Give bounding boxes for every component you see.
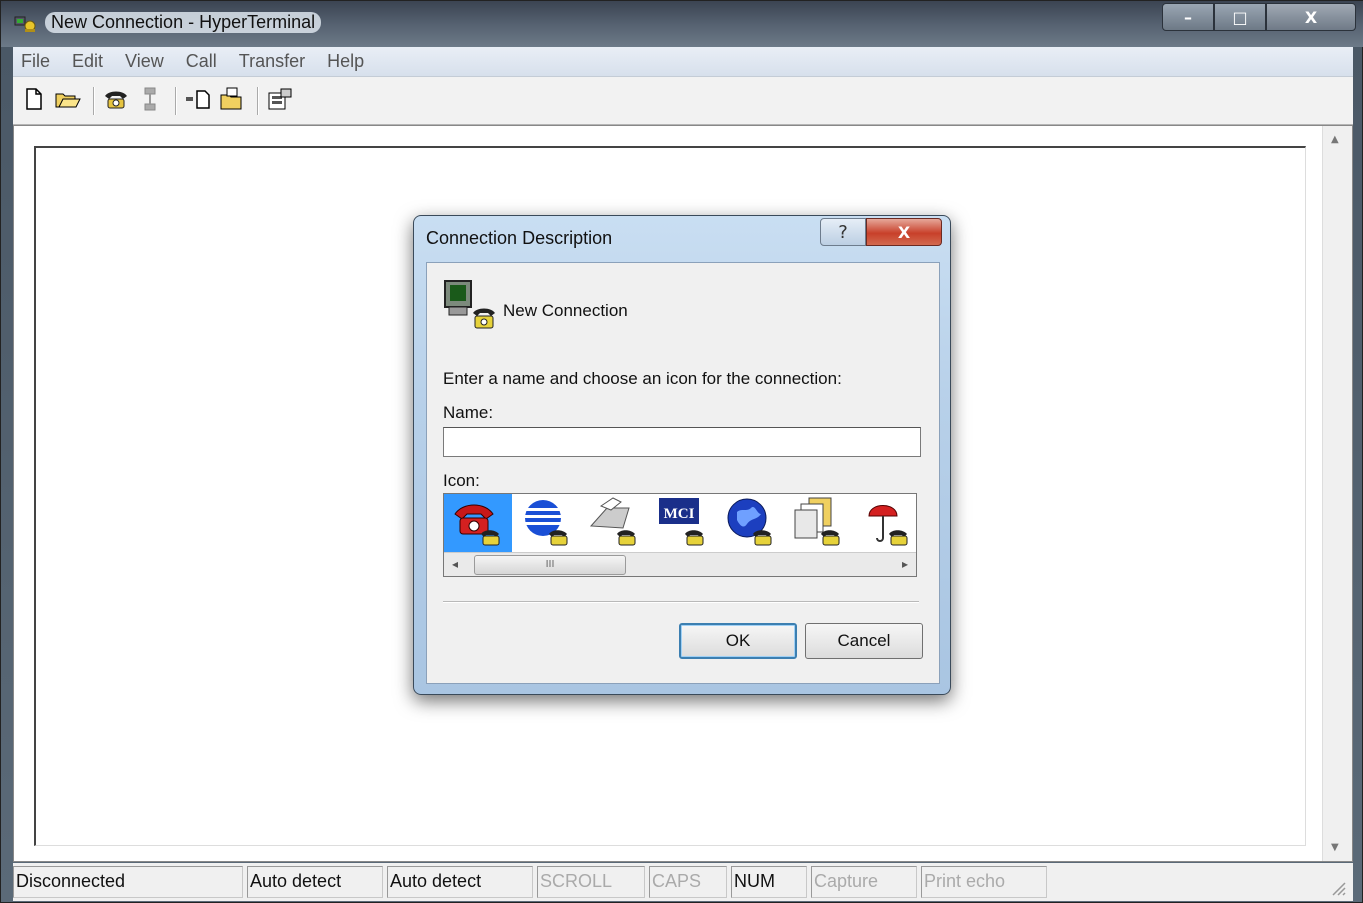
title-bar[interactable]: New Connection - HyperTerminal – □ X bbox=[1, 1, 1363, 47]
menu-edit[interactable]: Edit bbox=[72, 51, 103, 72]
icon-list-scrollbar[interactable]: ◂ III ▸ bbox=[444, 552, 916, 576]
icon-option-documents[interactable] bbox=[784, 494, 852, 552]
hyperterminal-app-icon bbox=[13, 11, 37, 35]
icon-option-red-telephone[interactable] bbox=[444, 494, 512, 552]
send-button[interactable] bbox=[183, 86, 213, 116]
scroll-thumb-grip: III bbox=[545, 559, 555, 570]
svg-text:MCI: MCI bbox=[664, 506, 695, 522]
properties-icon bbox=[267, 87, 293, 115]
new-document-icon bbox=[24, 87, 44, 114]
status-bar: Disconnected Auto detect Auto detect SCR… bbox=[13, 863, 1353, 901]
maximize-button[interactable]: □ bbox=[1214, 3, 1266, 31]
open-folder-icon bbox=[55, 89, 81, 113]
status-auto-detect-2: Auto detect bbox=[387, 866, 533, 898]
resize-grip-icon[interactable] bbox=[1329, 879, 1347, 897]
window-controls: – □ X bbox=[1162, 3, 1356, 33]
menu-bar: File Edit View Call Transfer Help bbox=[13, 47, 1353, 77]
dialog-separator bbox=[443, 601, 919, 603]
properties-button[interactable] bbox=[265, 86, 295, 116]
status-auto-detect-1: Auto detect bbox=[247, 866, 383, 898]
dialog-body: New Connection Enter a name and choose a… bbox=[426, 262, 940, 684]
minimize-icon: – bbox=[1184, 7, 1192, 27]
toolbar-separator bbox=[93, 86, 95, 115]
menu-file[interactable]: File bbox=[21, 51, 50, 72]
icon-label: Icon: bbox=[443, 471, 480, 490]
menu-help[interactable]: Help bbox=[327, 51, 364, 72]
new-button[interactable] bbox=[19, 86, 49, 116]
maximize-icon: □ bbox=[1232, 7, 1248, 27]
window-title: New Connection - HyperTerminal bbox=[45, 12, 322, 33]
close-icon: X bbox=[897, 222, 911, 242]
name-input[interactable] bbox=[443, 427, 921, 457]
globe-stripes-icon bbox=[519, 496, 573, 550]
icon-option-umbrella[interactable] bbox=[852, 494, 916, 552]
cancel-button[interactable]: Cancel bbox=[805, 623, 923, 659]
status-connection: Disconnected bbox=[13, 866, 243, 898]
icon-option-globe-stripes[interactable] bbox=[512, 494, 580, 552]
ok-button[interactable]: OK bbox=[679, 623, 797, 659]
status-capture: Capture bbox=[811, 866, 917, 898]
status-num: NUM bbox=[731, 866, 807, 898]
status-print-echo: Print echo bbox=[921, 866, 1047, 898]
status-caps: CAPS bbox=[649, 866, 727, 898]
close-icon: X bbox=[1304, 7, 1318, 27]
send-file-icon bbox=[185, 88, 211, 114]
icon-row: MCI bbox=[444, 494, 916, 552]
red-telephone-icon bbox=[451, 496, 505, 550]
vertical-scrollbar[interactable]: ▲ ▼ bbox=[1322, 126, 1352, 861]
mci-logo-icon: MCI bbox=[655, 496, 709, 550]
instruction-text: Enter a name and choose an icon for the … bbox=[443, 369, 842, 388]
documents-icon bbox=[791, 496, 845, 550]
icon-list[interactable]: MCI ◂ III ▸ bbox=[443, 493, 917, 577]
dialog-close-button[interactable]: X bbox=[866, 218, 942, 246]
help-icon: ? bbox=[838, 221, 848, 243]
hyperterminal-window: New Connection - HyperTerminal – □ X Fil… bbox=[0, 0, 1363, 903]
disconnect-icon bbox=[139, 86, 161, 116]
menu-transfer[interactable]: Transfer bbox=[239, 51, 305, 72]
connection-description-dialog: Connection Description ? X New Connectio… bbox=[413, 215, 951, 695]
scroll-right-icon[interactable]: ▸ bbox=[902, 557, 908, 571]
call-button[interactable] bbox=[101, 86, 131, 116]
scroll-up-icon[interactable]: ▲ bbox=[1331, 134, 1339, 145]
scroll-thumb[interactable]: III bbox=[474, 555, 626, 575]
icon-option-blue-globe[interactable] bbox=[716, 494, 784, 552]
dialog-title: Connection Description bbox=[426, 228, 613, 248]
fax-machine-icon bbox=[587, 496, 641, 550]
receive-button[interactable] bbox=[217, 86, 247, 116]
icon-option-fax[interactable] bbox=[580, 494, 648, 552]
disconnect-button[interactable] bbox=[135, 86, 165, 116]
toolbar bbox=[13, 77, 1353, 125]
connection-icon bbox=[443, 279, 497, 331]
menu-view[interactable]: View bbox=[125, 51, 164, 72]
close-button[interactable]: X bbox=[1266, 3, 1356, 31]
dial-phone-icon bbox=[103, 88, 129, 114]
blue-globe-icon bbox=[723, 496, 777, 550]
menu-call[interactable]: Call bbox=[186, 51, 217, 72]
dialog-help-button[interactable]: ? bbox=[820, 218, 866, 246]
toolbar-separator bbox=[257, 86, 259, 115]
name-label: Name: bbox=[443, 403, 494, 422]
minimize-button[interactable]: – bbox=[1162, 3, 1214, 31]
scroll-down-icon[interactable]: ▼ bbox=[1331, 842, 1339, 853]
toolbar-separator bbox=[175, 86, 177, 115]
connection-name-text: New Connection bbox=[503, 301, 628, 320]
icon-option-mci[interactable]: MCI bbox=[648, 494, 716, 552]
open-button[interactable] bbox=[53, 86, 83, 116]
receive-file-icon bbox=[219, 87, 245, 115]
scroll-left-icon[interactable]: ◂ bbox=[452, 557, 458, 571]
status-scroll: SCROLL bbox=[537, 866, 645, 898]
umbrella-icon bbox=[859, 496, 913, 550]
